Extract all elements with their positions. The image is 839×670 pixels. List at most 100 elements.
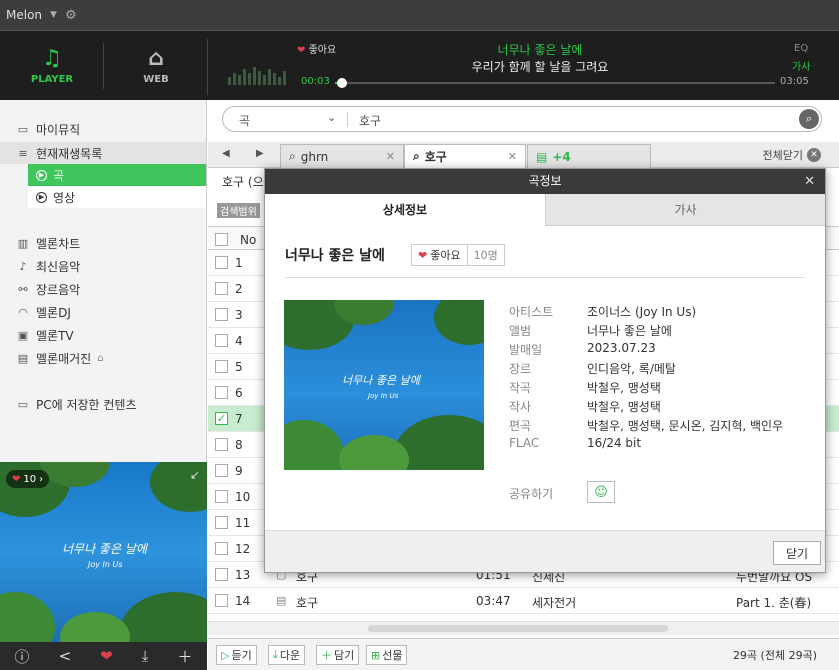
scrollbar-thumb[interactable]	[368, 625, 668, 632]
share-button[interactable]: ☺	[587, 481, 615, 503]
row-checkbox[interactable]	[215, 490, 228, 503]
close-all-tabs-button[interactable]: 전체닫기 ✕	[763, 147, 821, 163]
row-number: 13	[235, 568, 251, 582]
row-title[interactable]: 호구	[296, 594, 318, 611]
sidebar-sub-videos[interactable]: ▶ 영상	[28, 186, 206, 208]
gift-icon: ⊞	[371, 648, 381, 662]
home-icon: ⌂	[148, 45, 164, 71]
play-circle-icon: ▶	[36, 191, 47, 203]
info-icon[interactable]: ⓘ	[15, 646, 30, 667]
album-like-badge[interactable]: ❤ 10 ›	[6, 470, 50, 488]
tab-ghrn[interactable]: ⌕ ghrn ✕	[280, 144, 404, 168]
sidebar-item-dj[interactable]: ◠ 멜론DJ	[16, 304, 71, 321]
row-album[interactable]: Part 1. 춘(春)	[736, 594, 811, 611]
web-mode-button[interactable]: ⌂ WEB	[104, 31, 208, 101]
info-label-artist: 아티스트	[509, 305, 554, 319]
row-checkbox[interactable]	[215, 542, 228, 555]
dialog-like-button[interactable]: ❤ 좋아요 10명	[411, 244, 505, 266]
row-checkbox[interactable]	[215, 568, 228, 581]
sidebar-item-tv[interactable]: ▣ 멜론TV	[16, 327, 74, 344]
close-button[interactable]: 닫기	[773, 541, 821, 565]
row-checkbox[interactable]	[215, 438, 228, 451]
sidebar-item-my-music[interactable]: ▭ 마이뮤직	[16, 121, 80, 138]
menu-dropdown-icon[interactable]: ▼	[50, 10, 57, 20]
download-icon[interactable]: ⤓	[142, 647, 149, 665]
sidebar-sub-songs[interactable]: ▶ 곡	[28, 164, 206, 186]
now-playing-album-art[interactable]: 너무나 좋은 날에 Joy In Us	[0, 462, 207, 642]
headphone-icon: ◠	[18, 306, 28, 319]
tab-prev-icon[interactable]: ◀	[222, 148, 230, 159]
row-number: 5	[235, 360, 243, 374]
tab-next-icon[interactable]: ▶	[256, 148, 264, 159]
search-icon[interactable]: ⌕	[799, 109, 819, 129]
row-checkbox[interactable]	[215, 256, 228, 269]
download-icon: ⤓	[273, 648, 278, 661]
album-art-title: 너무나 좋은 날에	[62, 542, 147, 556]
gift-button[interactable]: ⊞ 선물	[366, 645, 408, 665]
tab-lyrics[interactable]: 가사	[545, 194, 825, 226]
user-icon: ☺	[594, 484, 608, 500]
sidebar-item-genre[interactable]: ⚯ 장르음악	[16, 281, 80, 298]
sidebar-item-label: 멜론매거진	[36, 352, 92, 366]
row-checkbox[interactable]	[215, 308, 228, 321]
album-cover: 너무나 좋은 날에 Joy In Us	[284, 300, 484, 470]
sidebar-item-magazine[interactable]: ▤ 멜론매거진 ⌂	[16, 350, 104, 367]
info-value-flac: 16/24 bit	[587, 436, 642, 450]
monitor-icon: ▭	[17, 398, 29, 411]
row-checkbox[interactable]	[215, 464, 228, 477]
search-scope-button[interactable]: 검색범위	[217, 203, 260, 218]
search-category[interactable]: 곡	[239, 112, 250, 129]
playlist-icon: ≡	[18, 147, 28, 160]
search-input[interactable]: 호구	[359, 112, 381, 129]
progress-bar[interactable]	[335, 82, 775, 84]
info-label-composer: 작곡	[509, 381, 532, 395]
horizontal-scrollbar[interactable]	[208, 621, 839, 635]
table-row[interactable]: 14 ▤ 호구 03:47 세자전거 Part 1. 춘(春)	[208, 588, 839, 614]
row-checkbox[interactable]	[215, 516, 228, 529]
sidebar-item-melon-chart[interactable]: ▥ 멜론차트	[16, 235, 80, 252]
tab-detail-info[interactable]: 상세정보	[265, 194, 545, 226]
share-icon[interactable]: <	[59, 647, 72, 665]
close-icon[interactable]: ✕	[508, 150, 517, 163]
download-button[interactable]: ⤓ 다운	[268, 645, 306, 665]
info-value-genre: 인디음악, 록/메탈	[587, 362, 676, 376]
row-checkbox-checked[interactable]: ✓	[215, 412, 228, 425]
row-artist[interactable]: 세자전거	[532, 594, 576, 611]
sidebar-item-pc-contents[interactable]: ▭ PC에 저장한 컨텐츠	[16, 396, 137, 413]
tab-more[interactable]: ▤ +4	[527, 144, 651, 168]
close-icon: ✕	[807, 148, 821, 162]
lyrics-button[interactable]: 가사	[792, 58, 810, 73]
add-icon[interactable]: ＋	[177, 646, 192, 667]
equalizer-visual	[228, 63, 286, 85]
dialog-footer: 닫기	[265, 530, 825, 572]
tab-hogu[interactable]: ⌕ 호구 ✕	[404, 144, 526, 168]
close-icon[interactable]: ✕	[386, 150, 395, 163]
eq-button[interactable]: EQ	[794, 43, 808, 54]
gear-icon[interactable]: ⚙	[65, 8, 77, 23]
add-button[interactable]: ＋ 담기	[316, 645, 360, 665]
select-all-checkbox[interactable]	[215, 233, 228, 246]
song-info-dialog: 곡정보 ✕ 상세정보 가사 너무나 좋은 날에 ❤ 좋아요 10명 너무나 좋은 …	[264, 168, 826, 573]
shrink-icon[interactable]: ↙	[190, 468, 200, 482]
info-value-album[interactable]: 너무나 좋은 날에	[587, 322, 672, 339]
sidebar-item-latest[interactable]: ♪ 최신음악	[16, 258, 80, 275]
close-all-label: 전체닫기	[762, 149, 803, 162]
close-icon[interactable]: ✕	[804, 169, 815, 194]
chevron-down-icon[interactable]: ⌄	[327, 111, 336, 124]
app-name: Melon	[6, 8, 43, 22]
my-music-icon: ▭	[17, 123, 29, 136]
row-checkbox[interactable]	[215, 360, 228, 373]
info-label-arranger: 편곡	[509, 419, 532, 433]
row-checkbox[interactable]	[215, 282, 228, 295]
heart-icon[interactable]: ❤	[100, 647, 113, 665]
progress-knob[interactable]	[337, 78, 348, 88]
sidebar-item-now-playlist[interactable]: ≡ 현재재생목록	[16, 145, 102, 162]
divider	[347, 112, 348, 127]
info-value-artist[interactable]: 조이너스 (Joy In Us)	[587, 303, 696, 320]
tab-label: 호구	[424, 150, 447, 164]
row-checkbox[interactable]	[215, 334, 228, 347]
player-mode-button[interactable]: ♫ PLAYER	[0, 31, 104, 101]
row-checkbox[interactable]	[215, 594, 228, 607]
play-button[interactable]: ▷ 듣기	[216, 645, 257, 665]
row-checkbox[interactable]	[215, 386, 228, 399]
